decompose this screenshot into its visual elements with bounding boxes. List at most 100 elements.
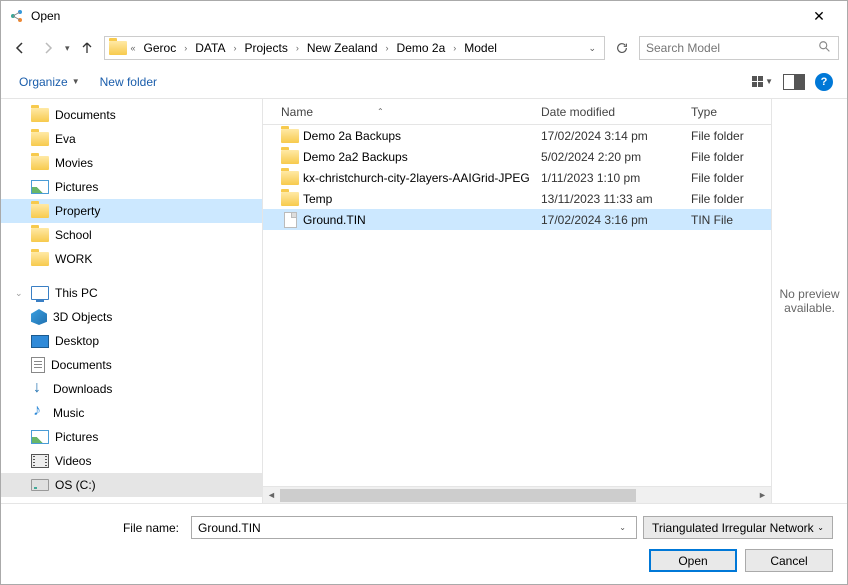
file-date: 5/02/2024 2:20 pm xyxy=(541,150,691,164)
tree-item[interactable]: Desktop xyxy=(1,329,262,353)
filename-dropdown[interactable]: ⌄ xyxy=(615,523,630,532)
column-type[interactable]: Type xyxy=(691,105,771,119)
tree-item[interactable]: Documents xyxy=(1,353,262,377)
file-name: Demo 2a Backups xyxy=(299,129,541,143)
chevron-right-icon[interactable]: › xyxy=(182,43,189,53)
file-type: File folder xyxy=(691,171,771,185)
tree-label: Movies xyxy=(55,156,93,170)
tree-label: Desktop xyxy=(55,334,99,348)
file-row[interactable]: Ground.TIN17/02/2024 3:16 pmTIN File xyxy=(263,209,771,230)
chevron-right-icon[interactable]: › xyxy=(451,43,458,53)
sort-indicator-icon: ⌃ xyxy=(377,107,384,116)
horizontal-scrollbar[interactable]: ◄ ► xyxy=(263,486,771,503)
refresh-button[interactable] xyxy=(611,37,633,59)
folder-icon xyxy=(31,156,49,170)
chevron-right-icon[interactable]: « xyxy=(129,43,138,53)
file-name: Demo 2a2 Backups xyxy=(299,150,541,164)
tree-item[interactable]: OS (C:) xyxy=(1,473,262,497)
folder-icon xyxy=(31,108,49,122)
tree-item[interactable]: Videos xyxy=(1,449,262,473)
file-date: 17/02/2024 3:16 pm xyxy=(541,213,691,227)
folder-icon xyxy=(31,204,49,218)
address-dropdown[interactable]: ⌄ xyxy=(584,43,600,54)
filename-input-wrapper[interactable]: ⌄ xyxy=(191,516,637,539)
up-button[interactable] xyxy=(76,37,98,59)
tree-item[interactable]: Movies xyxy=(1,151,262,175)
tree-item[interactable]: Property xyxy=(1,199,262,223)
cancel-button[interactable]: Cancel xyxy=(745,549,833,572)
scroll-left-button[interactable]: ◄ xyxy=(263,487,280,504)
pics-icon xyxy=(31,430,49,444)
tree-label: Music xyxy=(53,406,84,420)
breadcrumb[interactable]: Model xyxy=(460,37,501,59)
filename-input[interactable] xyxy=(198,521,615,535)
chevron-down-icon: ▼ xyxy=(72,77,80,86)
dialog-footer: File name: ⌄ Triangulated Irregular Netw… xyxy=(1,503,847,584)
column-date[interactable]: Date modified xyxy=(541,105,691,119)
breadcrumb[interactable]: New Zealand xyxy=(303,37,382,59)
titlebar: Open ✕ xyxy=(1,1,847,31)
file-name: Temp xyxy=(299,192,541,206)
new-folder-button[interactable]: New folder xyxy=(96,72,161,92)
file-row[interactable]: Demo 2a Backups17/02/2024 3:14 pmFile fo… xyxy=(263,125,771,146)
tree-label: School xyxy=(55,228,92,242)
docs-icon xyxy=(31,357,45,373)
tree-label: Pictures xyxy=(55,180,98,194)
breadcrumb[interactable]: Projects xyxy=(240,37,291,59)
file-row[interactable]: Demo 2a2 Backups5/02/2024 2:20 pmFile fo… xyxy=(263,146,771,167)
tree-item[interactable]: School xyxy=(1,223,262,247)
tree-label: This PC xyxy=(55,286,98,300)
tree-item[interactable]: Downloads xyxy=(1,377,262,401)
music-icon xyxy=(31,405,47,421)
navigation-tree[interactable]: DocumentsEvaMoviesPicturesPropertySchool… xyxy=(1,99,263,503)
address-bar[interactable]: « Geroc › DATA › Projects › New Zealand … xyxy=(104,36,605,60)
file-type-filter[interactable]: Triangulated Irregular Network ⌄ xyxy=(643,516,833,539)
forward-button[interactable] xyxy=(37,37,59,59)
tree-item[interactable]: 3D Objects xyxy=(1,305,262,329)
tree-label: OS (C:) xyxy=(55,478,96,492)
expand-icon[interactable]: ⌄ xyxy=(15,288,25,299)
scroll-right-button[interactable]: ► xyxy=(754,487,771,504)
chevron-down-icon: ⌄ xyxy=(817,523,824,532)
organize-button[interactable]: Organize ▼ xyxy=(15,72,84,92)
breadcrumb[interactable]: Demo 2a xyxy=(393,37,450,59)
file-row[interactable]: Temp13/11/2023 11:33 amFile folder xyxy=(263,188,771,209)
folder-icon xyxy=(31,228,49,242)
chevron-right-icon[interactable]: › xyxy=(294,43,301,53)
scrollbar-thumb[interactable] xyxy=(280,489,636,502)
chevron-right-icon[interactable]: › xyxy=(231,43,238,53)
view-options-button[interactable]: ▼ xyxy=(752,76,773,87)
close-button[interactable]: ✕ xyxy=(799,8,839,25)
folder-icon xyxy=(31,132,49,146)
tree-item[interactable]: Music xyxy=(1,401,262,425)
folder-icon xyxy=(281,171,299,185)
file-date: 1/11/2023 1:10 pm xyxy=(541,171,691,185)
preview-pane-button[interactable] xyxy=(783,74,805,90)
column-label: Name xyxy=(281,105,313,119)
tree-label: Documents xyxy=(51,358,112,372)
filename-label: File name: xyxy=(15,521,185,535)
help-button[interactable]: ? xyxy=(815,73,833,91)
dialog-title: Open xyxy=(31,9,799,23)
search-input[interactable] xyxy=(646,41,818,55)
column-name[interactable]: Name ⌃ xyxy=(281,105,541,119)
tree-item[interactable]: Documents xyxy=(1,103,262,127)
tree-item[interactable]: Pictures xyxy=(1,425,262,449)
file-name: Ground.TIN xyxy=(299,213,541,227)
breadcrumb[interactable]: DATA xyxy=(191,37,229,59)
tree-item[interactable]: WORK xyxy=(1,247,262,271)
search-icon xyxy=(818,40,832,57)
file-list: Name ⌃ Date modified Type Demo 2a Backup… xyxy=(263,99,771,503)
file-row[interactable]: kx-christchurch-city-2layers-AAIGrid-JPE… xyxy=(263,167,771,188)
desktop-icon xyxy=(31,335,49,348)
tree-item[interactable]: Pictures xyxy=(1,175,262,199)
this-pc-item[interactable]: ⌄ This PC xyxy=(1,281,262,305)
breadcrumb[interactable]: Geroc xyxy=(140,37,181,59)
back-button[interactable] xyxy=(9,37,31,59)
open-button[interactable]: Open xyxy=(649,549,737,572)
chevron-right-icon[interactable]: › xyxy=(384,43,391,53)
recent-dropdown[interactable]: ▾ xyxy=(65,43,70,54)
tree-label: Downloads xyxy=(53,382,112,396)
tree-item[interactable]: Eva xyxy=(1,127,262,151)
search-box[interactable] xyxy=(639,36,839,60)
